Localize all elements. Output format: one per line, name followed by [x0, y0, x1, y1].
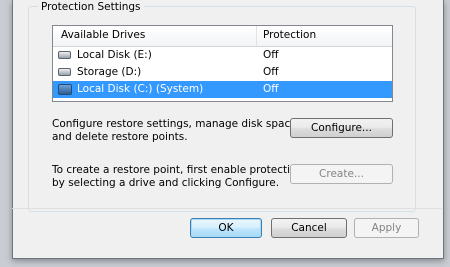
column-separator[interactable]	[256, 26, 257, 46]
drive-name: Storage (D:)	[77, 66, 142, 78]
apply-button[interactable]: Apply	[354, 218, 419, 238]
configure-description-line1: Configure restore settings, manage disk …	[52, 118, 301, 130]
ok-button[interactable]: OK	[190, 218, 262, 238]
drives-list-header: Available Drives Protection	[53, 26, 392, 47]
configure-description-line2: and delete restore points.	[52, 131, 188, 143]
configure-button[interactable]: Configure...	[290, 118, 393, 138]
create-button[interactable]: Create...	[290, 164, 393, 184]
column-header-available-drives[interactable]: Available Drives	[61, 29, 145, 41]
drive-row-e[interactable]: Local Disk (E:) Off	[53, 47, 392, 64]
drives-list[interactable]: Available Drives Protection Local Disk (…	[52, 25, 393, 102]
protection-settings-title: Protection Settings	[38, 0, 144, 14]
drive-name: Local Disk (C:) (System)	[77, 83, 204, 95]
drive-row-c-selected[interactable]: Local Disk (C:) (System) Off	[53, 81, 392, 98]
drive-name: Local Disk (E:)	[77, 49, 152, 61]
drive-protection: Off	[263, 83, 279, 95]
system-drive-icon	[58, 84, 72, 95]
drive-protection: Off	[263, 49, 279, 61]
column-header-protection[interactable]: Protection	[263, 29, 316, 41]
create-description: To create a restore point, first enable …	[52, 164, 303, 190]
footer-divider	[12, 208, 442, 209]
create-description-line2: by selecting a drive and clicking Config…	[52, 177, 280, 189]
drive-icon	[58, 68, 71, 76]
drive-icon	[58, 51, 71, 59]
configure-description: Configure restore settings, manage disk …	[52, 118, 300, 144]
drive-row-d[interactable]: Storage (D:) Off	[53, 64, 392, 81]
drive-protection: Off	[263, 66, 279, 78]
create-description-line1: To create a restore point, first enable …	[52, 164, 304, 176]
cancel-button[interactable]: Cancel	[271, 218, 347, 238]
